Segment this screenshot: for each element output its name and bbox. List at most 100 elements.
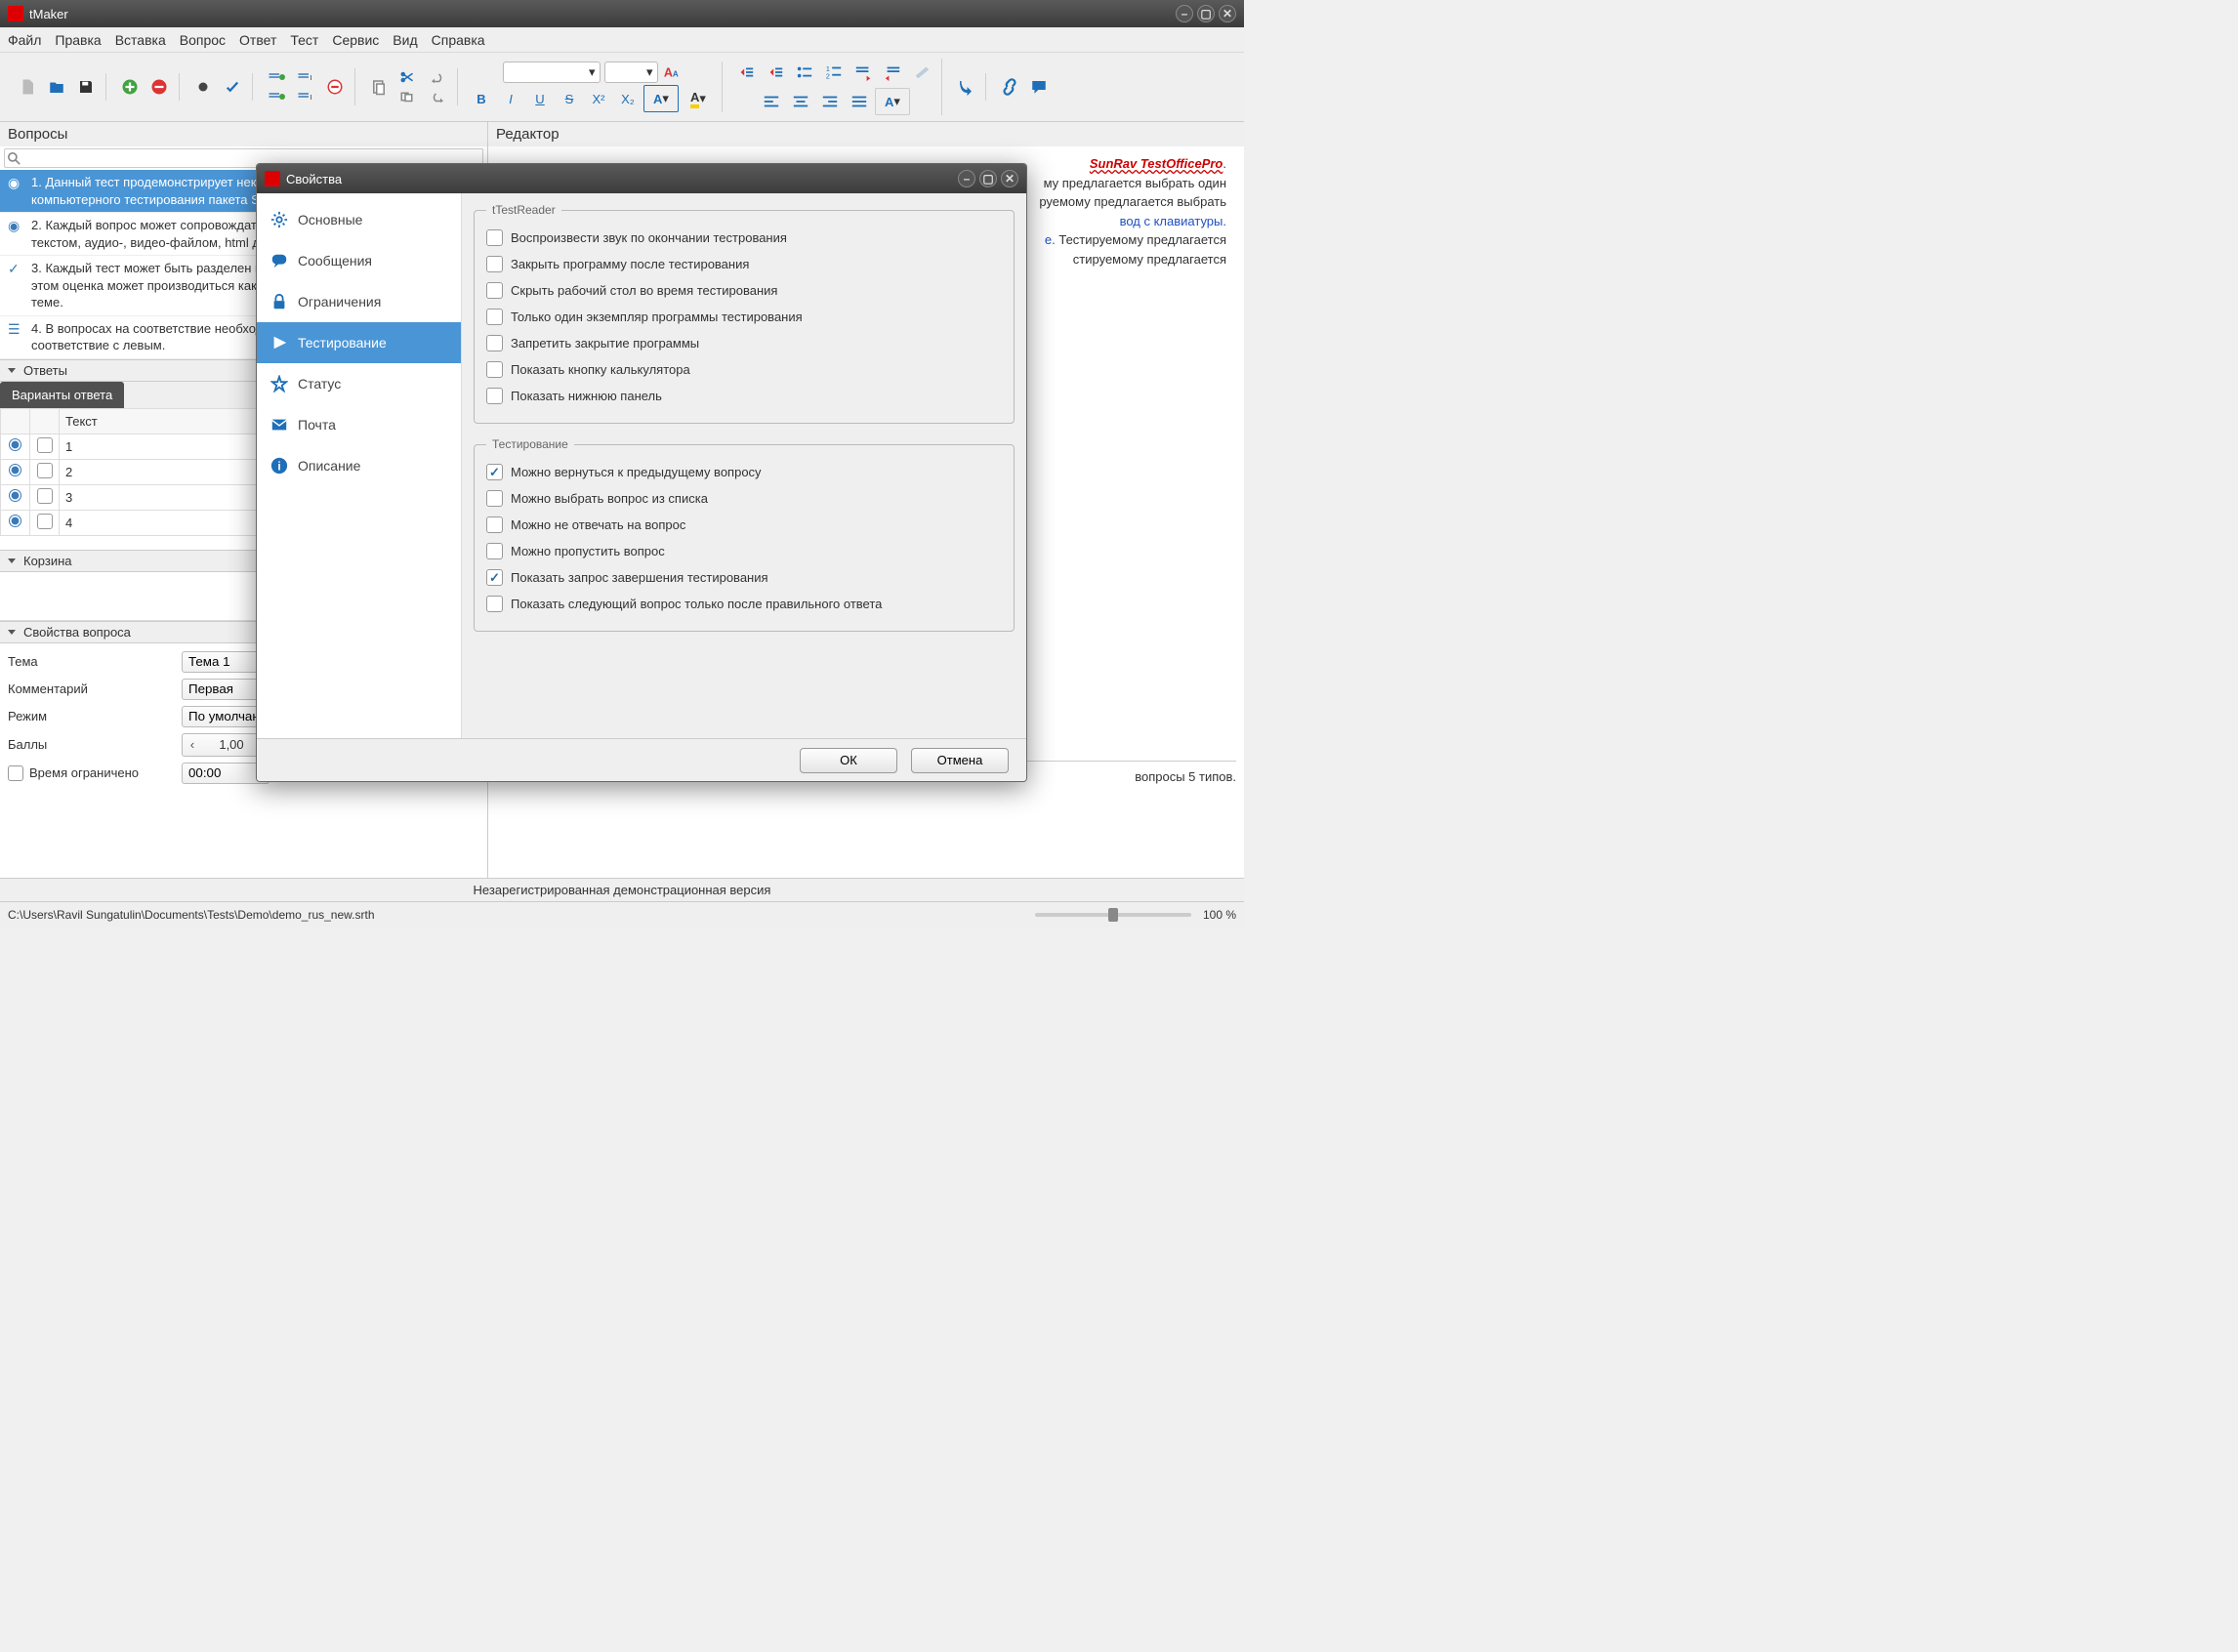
option-checkbox[interactable]	[486, 335, 503, 351]
dialog-minimize[interactable]: –	[958, 170, 975, 187]
answer-radio[interactable]	[9, 515, 21, 527]
list-add2-icon[interactable]	[263, 88, 290, 105]
italic-icon[interactable]: I	[497, 85, 524, 112]
answer-checkbox[interactable]	[37, 488, 53, 504]
link-icon[interactable]	[996, 73, 1023, 101]
font-grow-icon[interactable]: AA	[662, 62, 682, 82]
redo-icon[interactable]	[424, 88, 451, 105]
option-row[interactable]: Показать кнопку калькулятора	[486, 356, 1002, 383]
font-family-combo[interactable]: ▾	[503, 62, 601, 83]
menu-insert[interactable]: Вставка	[115, 32, 166, 48]
answer-radio[interactable]	[9, 464, 21, 476]
strike-icon[interactable]: S	[556, 85, 583, 112]
option-checkbox[interactable]	[486, 256, 503, 272]
answer-checkbox[interactable]	[37, 463, 53, 478]
answer-checkbox[interactable]	[37, 437, 53, 453]
copy-icon[interactable]	[394, 88, 422, 105]
nav-lock[interactable]: Ограничения	[257, 281, 461, 322]
nav-mail[interactable]: Почта	[257, 404, 461, 445]
option-row[interactable]: Воспроизвести звук по окончании тестрова…	[486, 225, 1002, 251]
close-button[interactable]: ✕	[1219, 5, 1236, 22]
save-file-icon[interactable]	[72, 73, 100, 101]
menu-service[interactable]: Сервис	[332, 32, 379, 48]
menu-help[interactable]: Справка	[432, 32, 485, 48]
option-checkbox[interactable]	[486, 490, 503, 507]
add-icon[interactable]	[116, 73, 144, 101]
option-checkbox[interactable]	[486, 596, 503, 612]
option-checkbox[interactable]	[486, 543, 503, 559]
new-file-icon[interactable]	[14, 73, 41, 101]
answer-radio[interactable]	[9, 489, 21, 502]
option-checkbox[interactable]	[486, 388, 503, 404]
dialog-maximize[interactable]: ▢	[979, 170, 997, 187]
list-cursor2-icon[interactable]: I	[292, 88, 319, 105]
zoom-slider[interactable]	[1035, 913, 1191, 917]
option-checkbox[interactable]	[486, 282, 503, 299]
list-cursor-icon[interactable]: I	[292, 68, 319, 86]
remove-icon[interactable]	[145, 73, 173, 101]
align-center-icon[interactable]	[787, 88, 814, 115]
score-dec[interactable]: ‹	[183, 734, 202, 756]
menu-answer[interactable]: Ответ	[239, 32, 276, 48]
nav-gear[interactable]: Основные	[257, 199, 461, 240]
align-left-icon[interactable]	[758, 88, 785, 115]
option-checkbox[interactable]	[486, 229, 503, 246]
ltr-icon[interactable]	[850, 59, 877, 86]
check-icon[interactable]	[219, 73, 246, 101]
text-fill-icon[interactable]: A ▾	[875, 88, 910, 115]
option-row[interactable]: Можно вернуться к предыдущему вопросу	[486, 459, 1002, 485]
option-checkbox[interactable]	[486, 464, 503, 480]
option-row[interactable]: Можно не отвечать на вопрос	[486, 512, 1002, 538]
time-limited-checkbox[interactable]	[8, 765, 23, 781]
underline-icon[interactable]: U	[526, 85, 554, 112]
option-row[interactable]: Показать следующий вопрос только после п…	[486, 591, 1002, 617]
open-file-icon[interactable]	[43, 73, 70, 101]
menu-question[interactable]: Вопрос	[180, 32, 226, 48]
subscript-icon[interactable]: X₂	[614, 85, 642, 112]
font-size-combo[interactable]: ▾	[604, 62, 658, 83]
nav-msg[interactable]: Сообщения	[257, 240, 461, 281]
font-color-icon[interactable]: A ▾	[643, 85, 679, 112]
ok-button[interactable]: ОК	[800, 748, 897, 773]
menu-test[interactable]: Тест	[290, 32, 318, 48]
bold-icon[interactable]: B	[468, 85, 495, 112]
option-row[interactable]: Запретить закрытие программы	[486, 330, 1002, 356]
maximize-button[interactable]: ▢	[1197, 5, 1215, 22]
menu-edit[interactable]: Правка	[55, 32, 101, 48]
option-checkbox[interactable]	[486, 309, 503, 325]
menu-file[interactable]: Файл	[8, 32, 41, 48]
option-row[interactable]: Показать нижнюю панель	[486, 383, 1002, 409]
option-checkbox[interactable]	[486, 361, 503, 378]
nav-play[interactable]: Тестирование	[257, 322, 461, 363]
delete-icon[interactable]	[321, 73, 349, 101]
undo-icon[interactable]	[424, 68, 451, 86]
cut-icon[interactable]	[394, 68, 422, 86]
numbers-icon[interactable]: 12	[820, 59, 848, 86]
nav-info[interactable]: iОписание	[257, 445, 461, 486]
option-row[interactable]: Можно выбрать вопрос из списка	[486, 485, 1002, 512]
menu-view[interactable]: Вид	[393, 32, 417, 48]
align-justify-icon[interactable]	[846, 88, 873, 115]
arrow-down-icon[interactable]	[952, 73, 979, 101]
comment-icon[interactable]	[1025, 73, 1053, 101]
indent-dec-icon[interactable]	[732, 59, 760, 86]
bullets-icon[interactable]	[791, 59, 818, 86]
answer-checkbox[interactable]	[37, 514, 53, 529]
nav-star[interactable]: Статус	[257, 363, 461, 404]
highlight-icon[interactable]: A ▾	[681, 85, 716, 112]
option-row[interactable]: Закрыть программу после тестирования	[486, 251, 1002, 277]
tab-answer-variants[interactable]: Варианты ответа	[0, 382, 124, 408]
minimize-button[interactable]: –	[1176, 5, 1193, 22]
rtl-icon[interactable]	[879, 59, 906, 86]
dialog-close[interactable]: ✕	[1001, 170, 1018, 187]
option-row[interactable]: Только один экземпляр программы тестиров…	[486, 304, 1002, 330]
option-row[interactable]: Скрыть рабочий стол во время тестировани…	[486, 277, 1002, 304]
option-checkbox[interactable]	[486, 569, 503, 586]
record-icon[interactable]	[189, 73, 217, 101]
list-add-icon[interactable]	[263, 68, 290, 86]
align-right-icon[interactable]	[816, 88, 844, 115]
paste-icon[interactable]	[365, 73, 393, 101]
option-row[interactable]: Можно пропустить вопрос	[486, 538, 1002, 564]
option-row[interactable]: Показать запрос завершения тестирования	[486, 564, 1002, 591]
option-checkbox[interactable]	[486, 516, 503, 533]
